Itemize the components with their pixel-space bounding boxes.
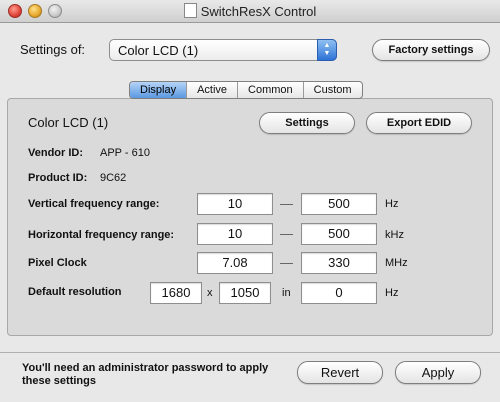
resolution-width-field[interactable]: 1680 <box>150 282 202 304</box>
tab-display[interactable]: Display <box>130 82 187 98</box>
horizontal-min-field[interactable]: 10 <box>197 223 273 245</box>
display-name: Color LCD (1) <box>28 115 109 130</box>
window-title-area: SwitchResX Control <box>0 3 500 19</box>
export-edid-button[interactable]: Export EDID <box>366 112 472 134</box>
horizontal-dash: — <box>280 226 293 241</box>
pixel-clock-min-field[interactable]: 7.08 <box>197 252 273 274</box>
apply-button[interactable]: Apply <box>395 361 481 384</box>
vertical-min-field[interactable]: 10 <box>197 193 273 215</box>
resolution-rate-unit: Hz <box>385 287 399 299</box>
title-bar: SwitchResX Control <box>0 0 500 23</box>
horizontal-unit: kHz <box>385 229 404 241</box>
vendor-id-value: APP - 610 <box>100 147 150 159</box>
admin-password-note: You'll need an administrator password to… <box>22 362 269 387</box>
footer-divider <box>0 352 500 353</box>
pixel-clock-dash: — <box>280 255 293 270</box>
resolution-height-field[interactable]: 1050 <box>219 282 271 304</box>
tab-common[interactable]: Common <box>237 82 303 98</box>
vertical-unit: Hz <box>385 198 399 210</box>
tab-bar: Display Active Common Custom <box>129 81 363 99</box>
tab-custom[interactable]: Custom <box>302 82 362 98</box>
vertical-max-field[interactable]: 500 <box>301 193 377 215</box>
horizontal-max-field[interactable]: 500 <box>301 223 377 245</box>
resolution-rate-field[interactable]: 0 <box>301 282 377 304</box>
product-id-label: Product ID: <box>28 172 88 184</box>
product-id-value: 9C62 <box>100 172 127 184</box>
window-title: SwitchResX Control <box>200 4 317 19</box>
in-label: in <box>282 287 291 299</box>
default-resolution-label: Default resolution <box>28 286 122 298</box>
times-symbol: x <box>207 287 213 299</box>
settings-of-label: Settings of: <box>20 42 86 57</box>
tab-active[interactable]: Active <box>186 82 237 98</box>
display-select-value: Color LCD (1) <box>118 43 199 58</box>
display-select[interactable]: Color LCD (1) ▲ ▼ <box>109 39 337 61</box>
vertical-dash: — <box>280 196 293 211</box>
settings-button[interactable]: Settings <box>259 112 355 134</box>
factory-settings-button[interactable]: Factory settings <box>372 39 490 61</box>
vertical-range-label: Vertical frequency range: <box>28 198 160 210</box>
vendor-id-label: Vendor ID: <box>28 147 84 159</box>
pixel-clock-label: Pixel Clock <box>28 257 87 269</box>
horizontal-range-label: Horizontal frequency range: <box>28 229 175 241</box>
updown-arrows-icon: ▲ ▼ <box>317 39 337 61</box>
pixel-clock-unit: MHz <box>385 257 408 269</box>
document-icon <box>183 3 197 18</box>
revert-button[interactable]: Revert <box>297 361 383 384</box>
pixel-clock-max-field[interactable]: 330 <box>301 252 377 274</box>
